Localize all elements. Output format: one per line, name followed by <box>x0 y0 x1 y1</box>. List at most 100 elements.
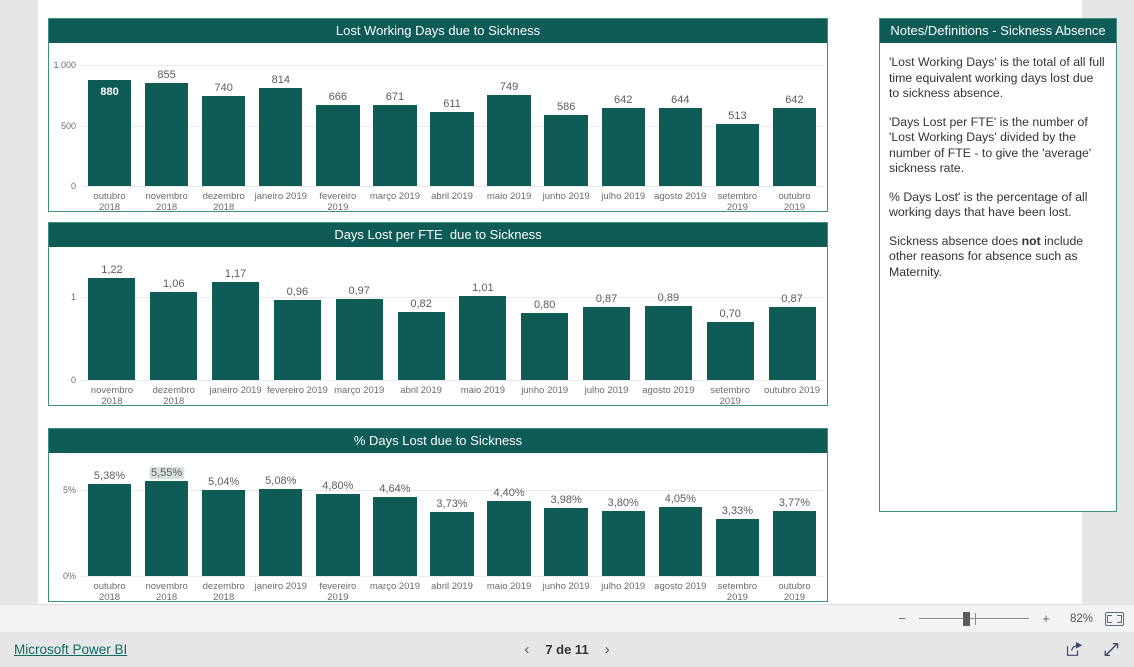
bar[interactable] <box>273 299 321 380</box>
bar-value-label: 3,77% <box>778 497 811 510</box>
bar[interactable] <box>715 519 760 576</box>
bar-slot[interactable]: 5,38% <box>81 470 138 576</box>
bar[interactable] <box>583 307 631 380</box>
power-bi-brand-link[interactable]: Microsoft Power BI <box>14 642 127 657</box>
bar-slot[interactable]: 3,98% <box>538 475 595 576</box>
bar-slot[interactable]: 1,01 <box>452 269 514 380</box>
bar[interactable] <box>459 295 507 380</box>
bar[interactable] <box>430 112 474 186</box>
bar[interactable] <box>601 510 645 576</box>
bar-slot[interactable]: 666 <box>309 65 366 186</box>
chart-plot-area[interactable]: 5% 0% 5,38% 5,55% 5,04% 5,08% 4,80% 4,64% 3,73% 4… <box>49 453 827 603</box>
bar-slot[interactable]: 671 <box>366 65 423 186</box>
bar-slot[interactable]: 880 <box>81 65 138 186</box>
share-icon[interactable] <box>1066 642 1083 657</box>
bar[interactable] <box>144 481 189 576</box>
bar-slot[interactable]: 3,73% <box>423 475 480 576</box>
bar[interactable] <box>715 123 760 186</box>
bar-slot[interactable]: 0,82 <box>390 269 452 380</box>
bar-value-label: 0,87 <box>595 293 618 306</box>
bar-slot[interactable]: 513 <box>709 65 766 186</box>
chart-plot-area[interactable]: 1 0 1,22 1,06 1,17 0,96 0,97 0,82 1,01 0,80 0,87 0,… <box>49 247 827 407</box>
page-navigator[interactable]: ‹ 7 de 11 › <box>524 641 609 658</box>
chart-days-lost-per-fte[interactable]: Days Lost per FTE due to Sickness 1 0 1,22… <box>48 222 828 407</box>
bar[interactable] <box>316 493 360 576</box>
bar-slot[interactable]: 0,87 <box>576 269 638 380</box>
zoom-slider-notch <box>975 612 976 625</box>
status-bar-actions[interactable] <box>1066 641 1120 658</box>
bar-slot[interactable]: 814 <box>252 65 309 186</box>
bar-slot[interactable]: 642 <box>766 65 823 186</box>
bar[interactable] <box>772 108 817 186</box>
zoom-slider-thumb[interactable] <box>963 611 970 626</box>
bar-slot[interactable]: 5,08% <box>252 475 309 576</box>
bar-slot[interactable]: 5,55% <box>138 467 195 576</box>
bar-value-label: 0,70 <box>719 307 741 320</box>
chart-pct-days-lost[interactable]: % Days Lost due to Sickness 5% 0% 5,38% 5,5… <box>48 428 828 603</box>
bar[interactable] <box>658 506 702 576</box>
bar[interactable] <box>87 483 132 576</box>
bar-slot[interactable]: 0,89 <box>637 269 699 380</box>
zoom-in-button[interactable]: + <box>1041 611 1051 626</box>
zoom-slider[interactable] <box>919 611 1029 626</box>
bar[interactable] <box>430 512 474 576</box>
bar[interactable] <box>88 278 136 380</box>
bar[interactable] <box>601 108 645 186</box>
bar-slot[interactable]: 0,96 <box>266 269 328 380</box>
bar-slot[interactable]: 5,04% <box>195 475 252 576</box>
bar[interactable] <box>397 311 445 380</box>
chart-lost-working-days[interactable]: Lost Working Days due to Sickness 1.000 5… <box>48 18 828 213</box>
bar-slot[interactable]: 740 <box>195 65 252 186</box>
bar[interactable] <box>772 511 817 576</box>
bar-slot[interactable]: 855 <box>138 65 195 186</box>
bar[interactable] <box>212 282 260 380</box>
bar-slot[interactable]: 3,80% <box>595 475 652 576</box>
fullscreen-icon[interactable] <box>1103 641 1120 658</box>
zoom-out-button[interactable]: − <box>897 611 907 626</box>
bar[interactable] <box>521 313 569 380</box>
bar[interactable] <box>259 87 303 186</box>
bar[interactable] <box>644 305 692 380</box>
bar-slot[interactable]: 642 <box>595 65 652 186</box>
bar[interactable] <box>373 496 417 576</box>
bar[interactable] <box>706 321 754 380</box>
bar-slot[interactable]: 0,80 <box>514 269 576 380</box>
bar[interactable] <box>373 104 417 186</box>
bar[interactable] <box>150 291 198 380</box>
bar-slot[interactable]: 0,70 <box>699 269 761 380</box>
bar-slot[interactable]: 1,06 <box>143 269 205 380</box>
bar[interactable] <box>316 105 360 186</box>
chevron-left-icon[interactable]: ‹ <box>524 641 529 658</box>
bar[interactable] <box>658 108 702 186</box>
bar-slot[interactable]: 586 <box>538 65 595 186</box>
bar-slot[interactable]: 3,33% <box>709 475 766 576</box>
bar-slot[interactable]: 1,17 <box>205 268 267 380</box>
bar[interactable] <box>768 307 816 380</box>
x-axis-tick-label: novembro 2018 <box>145 191 188 213</box>
chevron-right-icon[interactable]: › <box>605 641 610 658</box>
x-axis-tick-label: junho 2019 <box>542 581 590 592</box>
bar-slot[interactable]: 4,05% <box>652 475 709 576</box>
bar[interactable] <box>544 507 588 576</box>
bar[interactable] <box>544 115 588 186</box>
bar-slot[interactable]: 0,87 <box>761 269 823 380</box>
fit-to-page-icon[interactable] <box>1105 611 1124 626</box>
chart-plot-area[interactable]: 1.000 500 0 880 855 740 814 666 671 611 749 586 642 6… <box>49 43 827 213</box>
bar-slot[interactable]: 4,80% <box>309 475 366 576</box>
bar-slot[interactable]: 0,97 <box>328 269 390 380</box>
bar[interactable] <box>259 489 303 576</box>
bar-slot[interactable]: 611 <box>423 65 480 186</box>
bar[interactable] <box>202 489 246 576</box>
bar[interactable] <box>487 95 531 186</box>
bar-slot[interactable]: 4,40% <box>481 475 538 576</box>
bar[interactable] <box>202 96 246 186</box>
bar-slot[interactable]: 644 <box>652 65 709 186</box>
bar-slot[interactable]: 749 <box>481 65 538 186</box>
bar[interactable] <box>335 299 383 380</box>
bar[interactable] <box>487 500 531 576</box>
zoom-toolbar[interactable]: − + 82% <box>0 604 1134 632</box>
bar-slot[interactable]: 1,22 <box>81 264 143 380</box>
bar-slot[interactable]: 4,64% <box>366 475 423 576</box>
bar-slot[interactable]: 3,77% <box>766 475 823 576</box>
bar[interactable] <box>144 82 189 186</box>
